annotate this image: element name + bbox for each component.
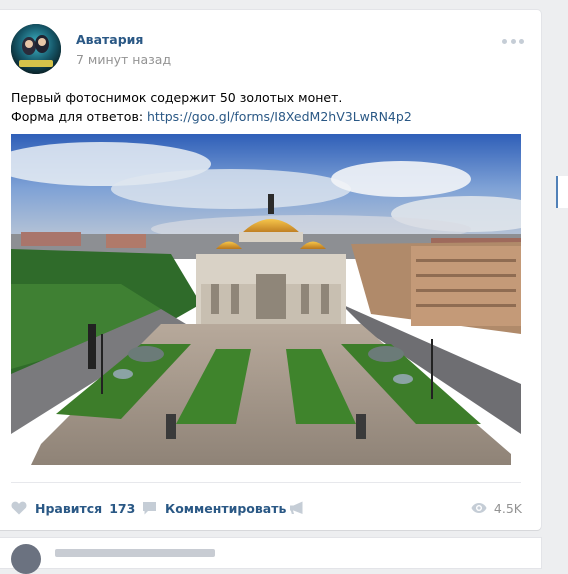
comment-button[interactable]: Комментировать xyxy=(142,498,286,518)
next-post-avatar[interactable] xyxy=(11,544,41,574)
like-button[interactable]: Нравится 173 xyxy=(11,498,135,518)
like-count: 173 xyxy=(109,500,136,516)
dot xyxy=(510,38,516,44)
post-text-line2: Форма для ответов: https://goo.gl/forms/… xyxy=(11,107,521,126)
post-actions: Нравится 173 Комментировать 4.5K xyxy=(11,498,522,518)
more-dots-icon[interactable] xyxy=(502,34,524,48)
post-text-line1: Первый фотоснимок содержит 50 золотых мо… xyxy=(11,90,343,105)
comment-icon xyxy=(143,502,156,515)
comment-label: Комментировать xyxy=(165,500,287,516)
form-link[interactable]: https://goo.gl/forms/I8XedM2hV3LwRN4p2 xyxy=(147,109,412,124)
dot xyxy=(519,38,524,44)
author-name[interactable]: Аватария xyxy=(76,32,143,47)
author-avatar[interactable] xyxy=(11,24,61,74)
views-counter: 4.5K xyxy=(471,498,522,518)
post-photo[interactable] xyxy=(11,134,521,465)
wall-post: Аватария 7 минут назад Первый фотоснимок… xyxy=(0,10,541,530)
megaphone-icon xyxy=(290,501,303,514)
palacio-photo xyxy=(11,134,521,465)
next-post-title xyxy=(55,549,215,557)
actions-divider xyxy=(11,482,521,483)
heart-icon xyxy=(11,501,27,515)
share-button[interactable] xyxy=(289,498,305,518)
post-text: Первый фотоснимок содержит 50 золотых мо… xyxy=(11,88,521,126)
right-sidebar-menu-edge[interactable] xyxy=(556,176,568,208)
next-post xyxy=(0,538,541,574)
dot xyxy=(502,38,507,44)
eye-icon xyxy=(471,503,487,513)
views-count: 4.5K xyxy=(493,500,522,516)
post-time[interactable]: 7 минут назад xyxy=(76,52,171,67)
form-label: Форма для ответов: xyxy=(11,109,147,124)
like-label: Нравится xyxy=(35,500,103,516)
avatar-image xyxy=(11,24,61,74)
